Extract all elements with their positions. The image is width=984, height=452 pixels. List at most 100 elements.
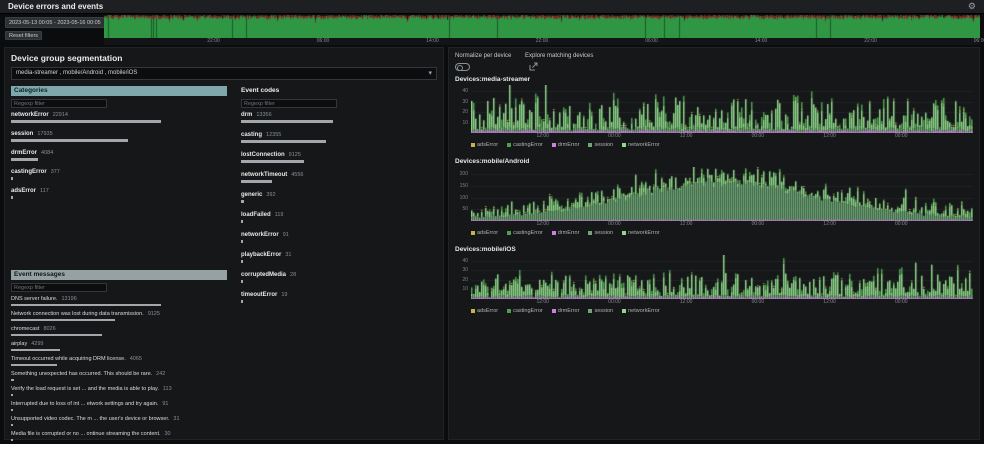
- legend-item[interactable]: networkError: [622, 230, 659, 236]
- legend-label: adsError: [477, 142, 498, 148]
- legend-item[interactable]: networkError: [622, 142, 659, 148]
- item-count: 4299: [31, 341, 43, 347]
- drmError-swatch-icon: [552, 231, 556, 235]
- normalize-toggle-icon[interactable]: [455, 63, 470, 71]
- chart-x-axis: 12:0000:0012:0000:0012:0000:00: [471, 221, 973, 228]
- legend-item[interactable]: adsError: [471, 308, 498, 314]
- event-codes-header[interactable]: Event codes: [241, 86, 439, 96]
- list-item[interactable]: loadFailed119: [241, 212, 439, 223]
- y-tick-label: 20: [455, 109, 468, 115]
- categories-column: Categories networkError22914 session17935…: [11, 86, 227, 207]
- list-item[interactable]: Media file is corrupted or no ... ontinu…: [11, 431, 311, 441]
- list-item[interactable]: casting12355: [241, 132, 439, 143]
- list-item[interactable]: Interrupted due to loss of int ... etwor…: [11, 401, 311, 411]
- item-count: 31: [173, 416, 179, 422]
- list-item[interactable]: Timeout occurred while acquiring DRM lic…: [11, 356, 311, 366]
- list-item[interactable]: DNS server failure.13196: [11, 296, 311, 306]
- item-bar: [11, 196, 13, 199]
- list-item[interactable]: drm13356: [241, 112, 439, 123]
- list-item[interactable]: Something unexpected has occurred. This …: [11, 371, 311, 381]
- item-bar: [241, 120, 333, 123]
- list-item[interactable]: adsError117: [11, 188, 227, 199]
- chart-x-axis: 12:0000:0012:0000:0012:0000:00: [471, 133, 973, 140]
- legend-item[interactable]: drmError: [552, 142, 580, 148]
- list-item-line: drmError4084: [11, 150, 227, 156]
- item-count: 91: [283, 232, 289, 238]
- list-item-line: DNS server failure.13196: [11, 296, 311, 302]
- legend-item[interactable]: session: [588, 142, 613, 148]
- item-count: 31: [285, 252, 291, 258]
- gear-icon[interactable]: ⚙: [968, 2, 976, 11]
- chart-canvas[interactable]: [471, 85, 973, 133]
- x-tick-label: 00:00: [895, 133, 908, 139]
- categories-filter-input[interactable]: [11, 99, 107, 108]
- item-bar: [241, 260, 243, 263]
- legend-item[interactable]: session: [588, 308, 613, 314]
- list-item[interactable]: networkError22914: [11, 112, 227, 123]
- networkError-swatch-icon: [622, 143, 626, 147]
- item-count: 9125: [148, 311, 160, 317]
- list-item[interactable]: networkError 91: [241, 232, 439, 243]
- item-bar: [11, 158, 38, 161]
- x-tick-label: 06:00: [317, 38, 330, 44]
- item-label: Network connection was lost during data …: [11, 311, 144, 317]
- legend-item[interactable]: castingError: [507, 308, 543, 314]
- legend-item[interactable]: session: [588, 230, 613, 236]
- legend-item[interactable]: castingError: [507, 230, 543, 236]
- item-bar: [11, 439, 13, 441]
- external-link-icon[interactable]: [529, 62, 538, 71]
- normalize-per-device-label: Normalize per device: [455, 53, 511, 59]
- list-item[interactable]: playbackError31: [241, 252, 439, 263]
- chart-canvas[interactable]: [471, 255, 973, 299]
- item-label: adsError: [11, 188, 36, 194]
- chart-title: Devices:media-streamer: [455, 76, 973, 83]
- list-item[interactable]: airplay4299: [11, 341, 311, 351]
- list-item[interactable]: generic392: [241, 192, 439, 203]
- legend-item[interactable]: adsError: [471, 142, 498, 148]
- event-codes-filter-input[interactable]: [241, 99, 337, 108]
- chart-canvas[interactable]: [471, 167, 973, 221]
- list-item[interactable]: drmError4084: [11, 150, 227, 161]
- list-item[interactable]: chromecast8026: [11, 326, 311, 336]
- x-tick-label: 12:00: [823, 299, 836, 305]
- item-label: networkError: [241, 232, 279, 238]
- legend-item[interactable]: networkError: [622, 308, 659, 314]
- list-item-line: loadFailed119: [241, 212, 439, 218]
- networkError-swatch-icon: [622, 231, 626, 235]
- dashboard: Device errors and events ⚙ 2023-05-13 00…: [0, 0, 984, 444]
- chevron-down-icon: ▾: [428, 68, 432, 79]
- list-item[interactable]: lostConnection9125: [241, 152, 439, 163]
- list-item[interactable]: Verify the load request is set ... and t…: [11, 386, 311, 396]
- x-tick-label: 14:00: [755, 38, 768, 44]
- item-bar: [11, 139, 128, 142]
- event-messages-column: Event messages DNS server failure.13196 N…: [11, 270, 311, 444]
- date-range-button[interactable]: 2023-05-13 00:05 - 2023-05-16 00:05: [5, 17, 105, 28]
- event-messages-header[interactable]: Event messages: [11, 270, 227, 280]
- device-group-select[interactable]: media-streamer , mobile/Android , mobile…: [11, 67, 437, 80]
- networkError-swatch-icon: [622, 309, 626, 313]
- list-item-line: Something unexpected has occurred. This …: [11, 371, 311, 377]
- legend-item[interactable]: drmError: [552, 308, 580, 314]
- chart-plot: 40302010: [471, 255, 973, 299]
- list-item-line: Verify the load request is set ... and t…: [11, 386, 311, 392]
- item-count: 392: [266, 192, 275, 198]
- x-tick-label: 12:00: [680, 133, 693, 139]
- reset-filters-button[interactable]: Reset filters: [5, 31, 42, 40]
- list-item[interactable]: session17935: [11, 131, 227, 142]
- legend-label: castingError: [513, 230, 543, 236]
- legend-item[interactable]: drmError: [552, 230, 580, 236]
- list-item[interactable]: networkTimeout4556: [241, 172, 439, 183]
- list-item[interactable]: Unsupported video codec. The m ... the u…: [11, 416, 311, 426]
- session-swatch-icon: [588, 309, 592, 313]
- legend-item[interactable]: castingError: [507, 142, 543, 148]
- item-bar: [11, 304, 161, 306]
- list-item-line: casting12355: [241, 132, 439, 138]
- list-item[interactable]: Network connection was lost during data …: [11, 311, 311, 321]
- item-count: 8026: [43, 326, 55, 332]
- categories-header[interactable]: Categories: [11, 86, 227, 96]
- legend-item[interactable]: adsError: [471, 230, 498, 236]
- list-item[interactable]: castingError377: [11, 169, 227, 180]
- item-bar: [11, 120, 161, 123]
- overview-timeline-chart[interactable]: [104, 15, 980, 38]
- event-messages-filter-input[interactable]: [11, 283, 107, 292]
